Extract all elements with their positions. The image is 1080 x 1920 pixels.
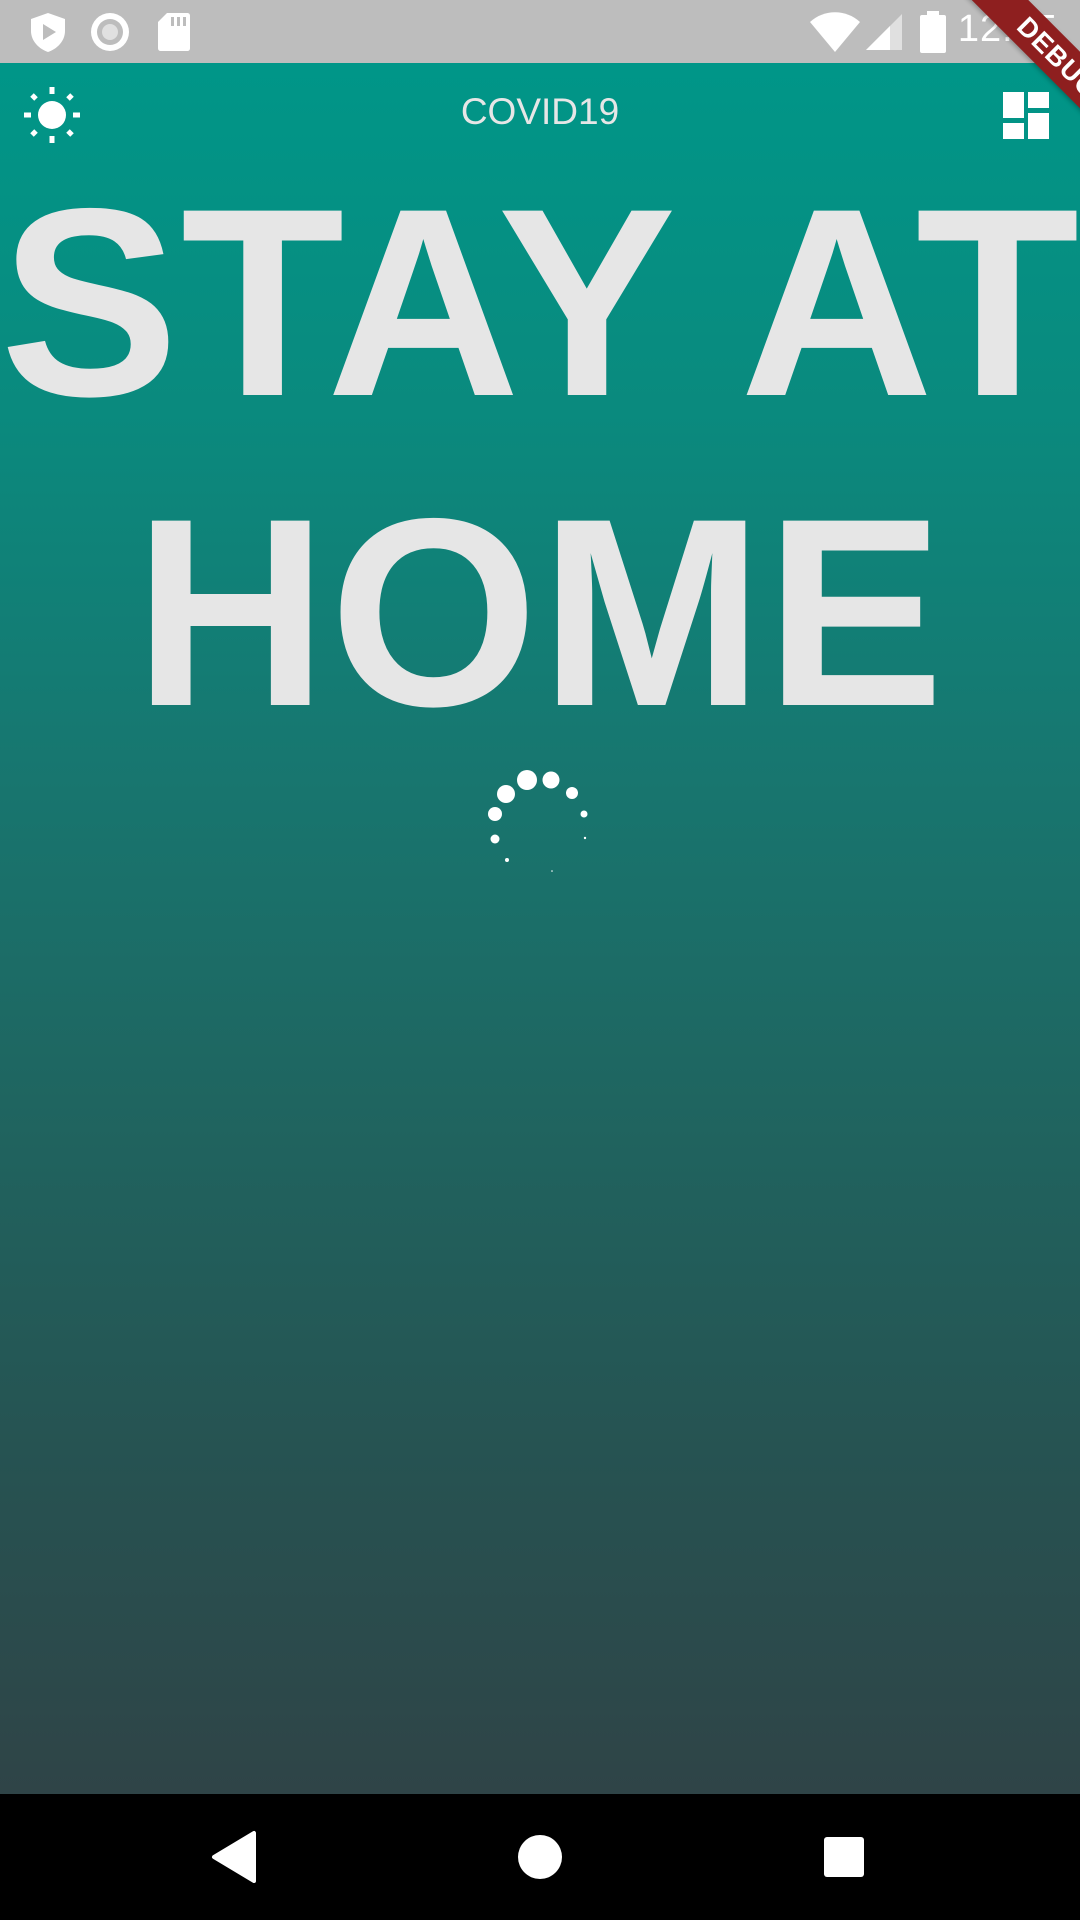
headline-line-1: STAY AT [0,152,1080,452]
system-nav-bar [0,1794,1080,1920]
home-icon[interactable] [510,1827,570,1887]
record-circle-icon [91,13,129,51]
headline-line-2: HOME [134,462,946,762]
cell-signal-icon [866,14,902,50]
status-bar: 12:15 [0,0,1080,63]
recents-icon[interactable] [814,1827,874,1887]
sd-card-icon [158,13,190,51]
dotted-spinner-icon [488,770,588,872]
play-protect-shield-icon [31,13,65,52]
app-title: COVID19 [460,91,620,132]
back-icon[interactable] [206,1827,266,1887]
wifi-icon [810,12,860,52]
app-screen: 12:15 COVID19 STAY AT HOME DEBUG [0,0,1080,1920]
dashboard-grid-icon[interactable] [998,89,1054,145]
battery-icon [920,11,946,53]
status-time: 12:15 [957,8,1058,50]
